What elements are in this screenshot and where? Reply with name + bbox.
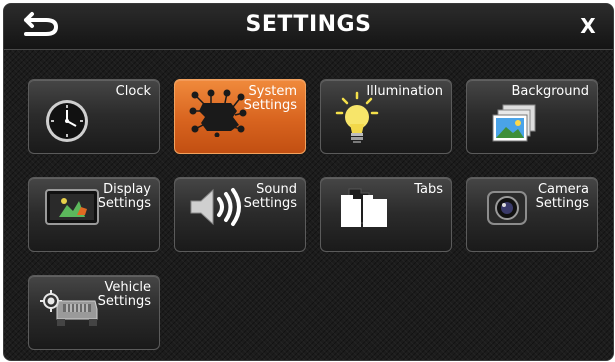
close-button[interactable]: X [563, 4, 613, 49]
camera-icon [487, 191, 527, 229]
tile-label: System Settings [243, 84, 297, 113]
tile-camera-settings[interactable]: Camera Settings [466, 177, 598, 252]
tile-label: Sound Settings [243, 182, 297, 211]
tile-clock[interactable]: Clock [28, 79, 160, 154]
tile-sound-settings[interactable]: Sound Settings [174, 177, 306, 252]
clock-icon [45, 99, 89, 147]
picture-icon [491, 103, 539, 147]
tabs-icon [339, 187, 389, 231]
tile-system-settings[interactable]: System Settings [174, 79, 306, 154]
header-bar: SETTINGS X [4, 4, 613, 50]
speaker-icon [189, 187, 243, 231]
tile-label: Camera Settings [535, 182, 589, 211]
tile-label: Clock [115, 84, 151, 99]
tile-background[interactable]: Background [466, 79, 598, 154]
tile-vehicle-settings[interactable]: Vehicle Settings [28, 275, 160, 350]
system-settings-icon [189, 89, 247, 141]
page-title: SETTINGS [245, 12, 372, 37]
light-bulb-icon [335, 91, 379, 149]
tile-label: Vehicle Settings [97, 280, 151, 309]
vehicle-icon [39, 289, 101, 331]
tile-display-settings[interactable]: Display Settings [28, 177, 160, 252]
tile-label: Background [511, 84, 589, 99]
display-icon [45, 189, 99, 229]
settings-screen: SETTINGS X Clock System Settings Illumin… [3, 3, 614, 361]
tile-label: Tabs [414, 182, 443, 197]
tile-label: Display Settings [97, 182, 151, 211]
tile-tabs[interactable]: Tabs [320, 177, 452, 252]
tile-illumination[interactable]: Illumination [320, 79, 452, 154]
